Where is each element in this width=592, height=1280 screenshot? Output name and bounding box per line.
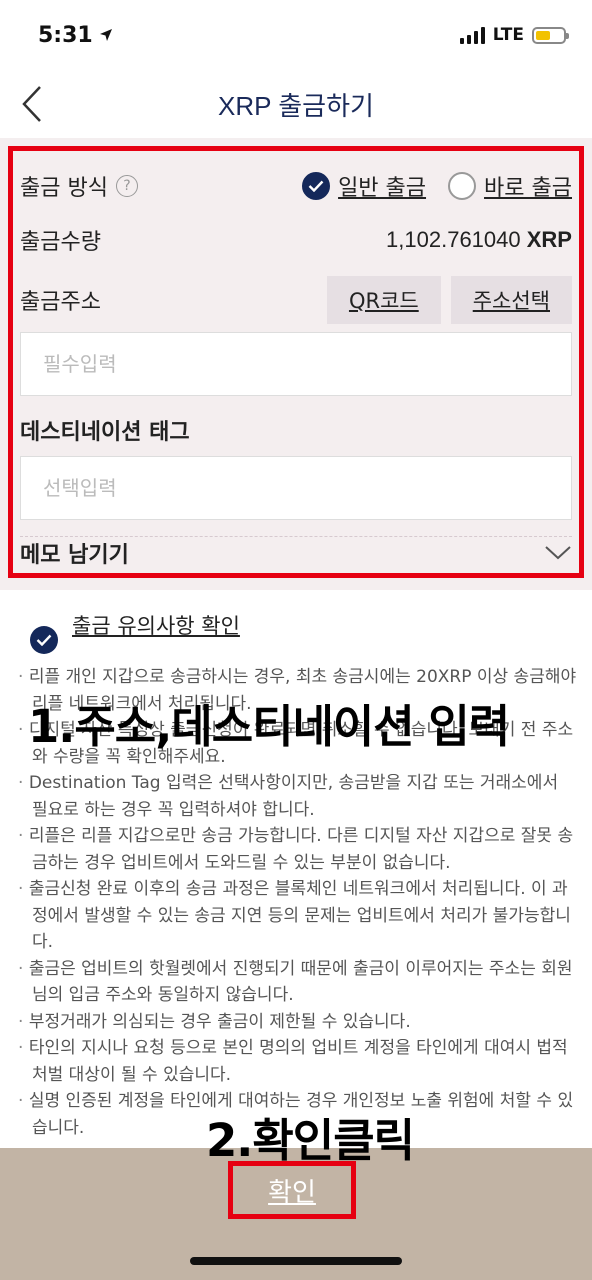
radio-instant-label: 바로 출금 — [484, 176, 572, 201]
status-bar: 5:31 LTE — [0, 0, 592, 70]
notice-item: 리플은 리플 지갑으로만 송금 가능합니다. 다른 디지털 자산 지갑으로 잘못… — [18, 823, 578, 876]
address-select-button[interactable]: 주소선택 — [450, 276, 572, 324]
back-button[interactable] — [10, 82, 54, 126]
destination-tag-input[interactable] — [20, 456, 572, 520]
radio-normal-withdraw[interactable]: 일반 출금 — [302, 170, 426, 202]
checkmark-icon — [30, 626, 58, 654]
address-label: 출금주소 — [20, 290, 101, 315]
amount-value-wrap: 1,102.761040 XRP — [386, 227, 572, 253]
chevron-down-icon[interactable] — [544, 545, 572, 561]
method-radio-group: 일반 출금 바로 출금 — [302, 170, 572, 202]
notice-confirm-check[interactable]: 출금 유의사항 확인 — [30, 612, 242, 654]
status-time-text: 5:31 — [38, 22, 93, 48]
home-indicator — [190, 1257, 402, 1265]
amount-unit: XRP — [526, 227, 572, 252]
tag-row: 데스티네이션 태그 — [20, 410, 572, 450]
page-title: XRP 출금하기 — [218, 90, 374, 121]
withdraw-form: 출금 방식 ? 일반 출금 바로 출금 출금수량 1,102.761040 XR… — [0, 138, 592, 590]
signal-icon — [459, 26, 485, 44]
radio-instant-withdraw[interactable]: 바로 출금 — [448, 170, 572, 202]
annotation-step-1: 1.주소,데스티네이션 입력 — [28, 700, 510, 753]
qr-code-button[interactable]: QR코드 — [326, 276, 441, 324]
address-input[interactable] — [20, 332, 572, 396]
notice-check-label: 출금 유의사항 확인 — [72, 614, 240, 638]
method-label-wrap: 출금 방식 ? — [20, 170, 138, 202]
notice-item: Destination Tag 입력은 선택사항이지만, 송금받을 지갑 또는 … — [18, 770, 578, 823]
battery-icon — [532, 26, 569, 44]
address-row: 출금주소 QR코드 주소선택 — [20, 276, 572, 324]
annotation-step-2: 2.확인클릭 — [206, 1114, 415, 1167]
amount-label: 출금수량 — [20, 230, 101, 255]
notice-item: 타인의 지시나 요청 등으로 본인 명의의 업비트 계정을 타인에게 대여시 법… — [18, 1035, 578, 1088]
header: XRP 출금하기 — [0, 70, 592, 138]
amount-row: 출금수량 1,102.761040 XRP — [20, 220, 572, 260]
radio-normal-label: 일반 출금 — [338, 176, 427, 201]
amount-value: 1,102.761040 — [386, 227, 521, 252]
checkmark-icon — [302, 172, 331, 200]
radio-empty-icon — [448, 172, 477, 200]
confirm-button[interactable]: 확인 — [228, 1161, 356, 1219]
location-arrow-icon — [99, 29, 112, 41]
address-buttons: QR코드 주소선택 — [326, 276, 572, 324]
tag-label: 데스티네이션 태그 — [20, 420, 190, 445]
chevron-left-icon — [22, 86, 41, 122]
memo-label: 메모 남기기 — [20, 543, 129, 568]
help-icon[interactable]: ? — [115, 175, 138, 197]
network-type: LTE — [492, 25, 524, 45]
notice-item: 부정거래가 의심되는 경우 출금이 제한될 수 있습니다. — [18, 1009, 578, 1036]
method-label: 출금 방식 — [20, 176, 108, 201]
status-indicators: LTE — [459, 25, 569, 45]
notice-item: 출금은 업비트의 핫월렛에서 진행되기 때문에 출금이 이루어지는 주소는 회원… — [18, 956, 578, 1009]
method-row: 출금 방식 ? 일반 출금 바로 출금 — [20, 166, 572, 206]
notice-item: 출금신청 완료 이후의 송금 과정은 블록체인 네트워크에서 처리됩니다. 이 … — [18, 876, 578, 956]
status-time: 5:31 — [38, 23, 113, 48]
memo-row[interactable]: 메모 남기기 — [20, 538, 572, 568]
